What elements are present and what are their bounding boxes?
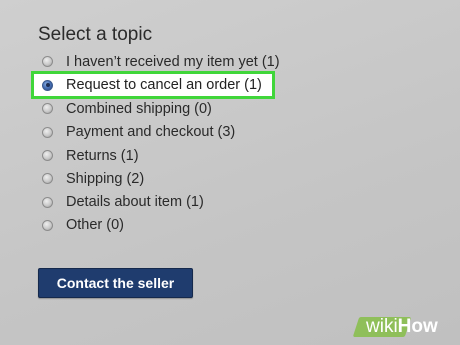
topic-label: Details about item (1) bbox=[66, 194, 204, 211]
topic-option-item-details[interactable]: Details about item (1) bbox=[38, 190, 338, 213]
contact-seller-button[interactable]: Contact the seller bbox=[38, 268, 193, 298]
wikihow-logo-text: wikiHow bbox=[366, 316, 438, 338]
topic-label: Payment and checkout (3) bbox=[66, 124, 236, 141]
topic-option-not-received[interactable]: I haven’t received my item yet (1) bbox=[38, 50, 338, 73]
topic-label: Combined shipping (0) bbox=[66, 100, 212, 117]
topic-label: Returns (1) bbox=[66, 147, 139, 164]
watermark-wiki: wiki bbox=[366, 316, 398, 337]
topic-option-payment-checkout[interactable]: Payment and checkout (3) bbox=[38, 121, 338, 144]
radio-button[interactable] bbox=[42, 126, 53, 138]
topic-panel: Select a topic I haven’t received my ite… bbox=[0, 0, 460, 345]
topic-heading: Select a topic bbox=[38, 24, 153, 45]
radio-button[interactable] bbox=[42, 56, 53, 68]
radio-button-selected[interactable] bbox=[42, 79, 53, 91]
topic-label: Other (0) bbox=[66, 217, 125, 234]
topic-option-returns[interactable]: Returns (1) bbox=[38, 144, 338, 167]
radio-button[interactable] bbox=[42, 173, 53, 185]
topic-option-other[interactable]: Other (0) bbox=[38, 214, 338, 237]
topic-label: Shipping (2) bbox=[66, 170, 145, 187]
topic-radio-list: I haven’t received my item yet (1) Reque… bbox=[31, 50, 338, 237]
radio-button[interactable] bbox=[42, 103, 53, 115]
topic-label: Request to cancel an order (1) bbox=[66, 77, 262, 94]
topic-label: I haven’t received my item yet (1) bbox=[66, 53, 280, 70]
watermark-how: How bbox=[397, 316, 438, 337]
radio-button[interactable] bbox=[42, 196, 53, 208]
topic-option-cancel-order[interactable]: Request to cancel an order (1) bbox=[31, 71, 275, 100]
radio-button[interactable] bbox=[42, 219, 53, 231]
topic-option-combined-shipping[interactable]: Combined shipping (0) bbox=[38, 97, 338, 120]
topic-option-shipping[interactable]: Shipping (2) bbox=[38, 167, 338, 190]
wikihow-watermark: wikiHow bbox=[352, 312, 456, 342]
radio-button[interactable] bbox=[42, 150, 53, 162]
